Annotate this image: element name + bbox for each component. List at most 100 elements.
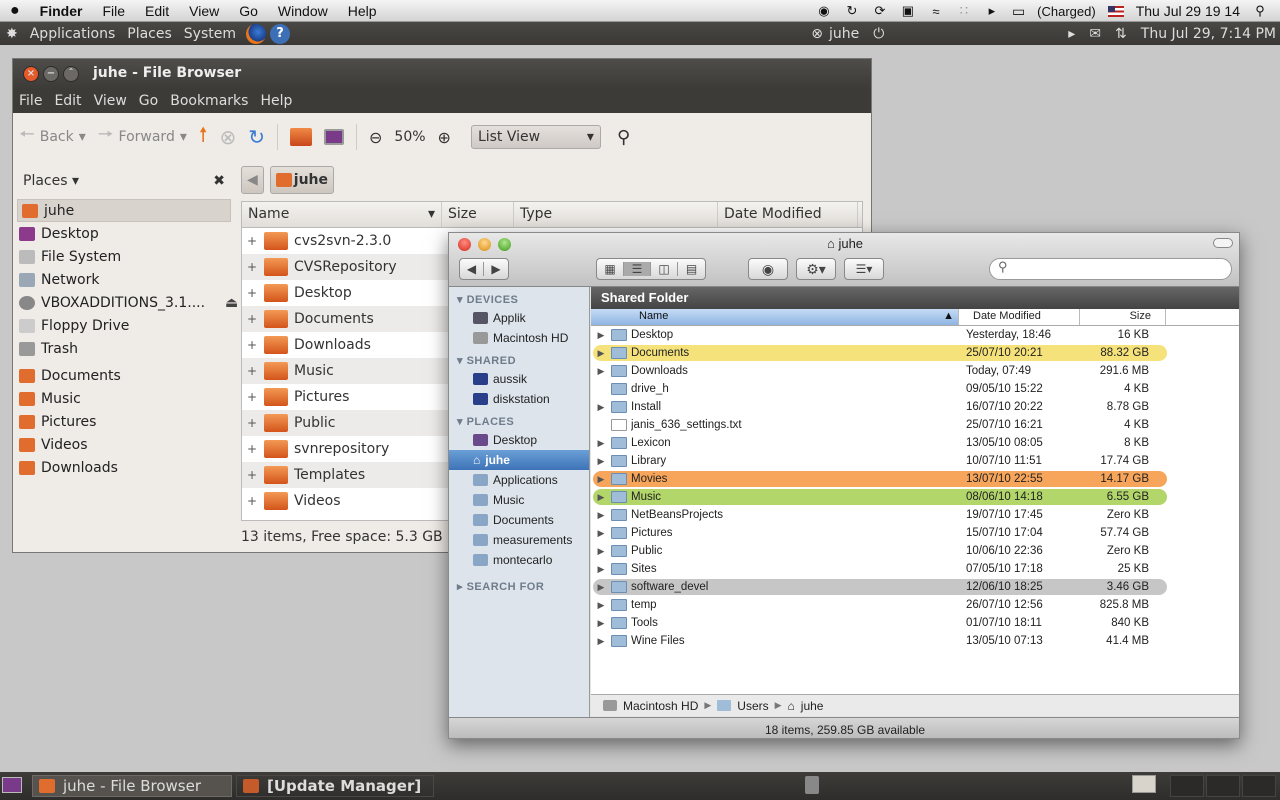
reload-button[interactable]: ↻	[242, 125, 271, 149]
sidebar-item-desktop[interactable]: Desktop	[15, 222, 233, 245]
disclosure-icon[interactable]: ▶	[591, 474, 611, 485]
eject-icon[interactable]: ⏏	[225, 295, 238, 311]
menu-window[interactable]: Window	[268, 3, 338, 19]
search-button[interactable]: ⚲	[611, 127, 636, 148]
task-file-browser[interactable]: juhe - File Browser	[32, 775, 232, 797]
task-update-manager[interactable]: [Update Manager]	[236, 775, 434, 797]
disclosure-icon[interactable]: ▶	[591, 618, 611, 629]
disclosure-icon[interactable]: ▶	[591, 330, 611, 341]
menu-file[interactable]: File	[92, 3, 135, 19]
zoom-out-button[interactable]: ⊖	[363, 128, 388, 147]
finder-row[interactable]: ▶ Library 10/07/10 11:51 17.74 GB	[591, 452, 1239, 470]
section-search-for[interactable]: ▸ SEARCH FOR	[449, 570, 589, 595]
sidebar-item-floppy[interactable]: Floppy Drive	[15, 314, 233, 337]
finder-row[interactable]: ▶ Wine Files 13/05/10 07:13 41.4 MB	[591, 632, 1239, 650]
places-selector[interactable]: Places ▾	[23, 173, 79, 189]
forward-button[interactable]: 🠖 Forward ▾	[92, 122, 193, 152]
expand-icon[interactable]: +	[246, 416, 258, 430]
section-shared[interactable]: ▾ SHARED	[449, 348, 589, 369]
view-mode-select[interactable]: List View ▾	[470, 125, 601, 149]
expand-icon[interactable]: +	[246, 468, 258, 482]
user-indicator[interactable]: ⊗ juhe	[811, 26, 859, 42]
sidebar-item-vboxadditions[interactable]: VBOXADDITIONS_3.1.... ⏏	[15, 291, 238, 314]
toolbar-toggle-button[interactable]	[1213, 238, 1233, 248]
column-size[interactable]: Size	[442, 202, 514, 227]
menu-view[interactable]: View	[88, 93, 133, 109]
disclosure-icon[interactable]: ▶	[591, 582, 611, 593]
disclosure-icon[interactable]: ▶	[591, 510, 611, 521]
menu-edit[interactable]: Edit	[135, 3, 179, 19]
menu-finder[interactable]: Finder	[30, 3, 93, 19]
column-date-modified[interactable]: Date Modified	[959, 309, 1080, 325]
battery-status[interactable]: (Charged)	[1037, 4, 1096, 19]
computer-button[interactable]	[318, 129, 350, 145]
firefox-icon[interactable]	[246, 23, 266, 44]
finder-row[interactable]: ▶ Music 08/06/10 14:18 6.55 GB	[591, 488, 1239, 506]
sidebar-item-macintosh-hd[interactable]: Macintosh HD	[449, 328, 589, 348]
menu-go[interactable]: Go	[229, 3, 268, 19]
path-left-arrow[interactable]: ◀	[241, 166, 264, 194]
finder-row[interactable]: ▶ Downloads Today, 07:49 291.6 MB	[591, 362, 1239, 380]
sidebar-item-pictures[interactable]: Pictures	[15, 410, 233, 433]
show-desktop-icon[interactable]	[2, 777, 22, 793]
sidebar-item-documents[interactable]: Documents	[449, 510, 589, 530]
disclosure-icon[interactable]: ▶	[591, 366, 611, 377]
search-input[interactable]: ⚲	[989, 258, 1232, 280]
expand-icon[interactable]: +	[246, 364, 258, 378]
robot-icon[interactable]: ◉	[816, 3, 832, 19]
up-button[interactable]: 🠕	[193, 120, 214, 154]
sidebar-item-desktop[interactable]: Desktop	[449, 430, 589, 450]
disclosure-icon[interactable]: ▶	[591, 348, 611, 359]
column-view-icon[interactable]: ◫	[651, 262, 678, 276]
finder-row[interactable]: ▶ software_devel 12/06/10 18:25 3.46 GB	[591, 578, 1239, 596]
expand-icon[interactable]: +	[246, 312, 258, 326]
menu-help[interactable]: Help	[254, 93, 298, 109]
wifi-icon[interactable]: ≈	[928, 4, 944, 19]
sidebar-item-network[interactable]: Network	[15, 268, 233, 291]
finder-row[interactable]: ▶ Documents 25/07/10 20:21 88.32 GB	[591, 344, 1239, 362]
battery-icon[interactable]: ▭	[1012, 3, 1025, 20]
apple-menu-icon[interactable]: ●	[0, 2, 30, 20]
disclosure-icon[interactable]: ▶	[591, 438, 611, 449]
sidebar-item-music[interactable]: Music	[15, 387, 233, 410]
help-icon[interactable]: ?	[270, 23, 290, 44]
forward-icon[interactable]: ▶	[484, 262, 508, 276]
back-dropdown-icon[interactable]: ▾	[79, 129, 86, 145]
sidebar-item-montecarlo[interactable]: montecarlo	[449, 550, 589, 570]
menu-go[interactable]: Go	[133, 93, 164, 109]
trash-icon[interactable]	[805, 776, 819, 794]
section-places[interactable]: ▾ PLACES	[449, 409, 589, 430]
quick-look-button[interactable]: ◉	[748, 258, 788, 280]
spotlight-icon[interactable]: ⚲	[1252, 3, 1268, 19]
sidebar-item-music[interactable]: Music	[449, 490, 589, 510]
ubuntu-logo-icon[interactable]: ✸	[0, 26, 24, 42]
expand-icon[interactable]: +	[246, 494, 258, 508]
disclosure-icon[interactable]: ▶	[591, 546, 611, 557]
app-icon[interactable]: ▣	[900, 3, 916, 19]
sidebar-item-measurements[interactable]: measurements	[449, 530, 589, 550]
coverflow-view-icon[interactable]: ▤	[678, 262, 705, 276]
menubar-clock[interactable]: Thu Jul 29 19 14	[1136, 3, 1240, 19]
menu-edit[interactable]: Edit	[48, 93, 87, 109]
menu-bookmarks[interactable]: Bookmarks	[164, 93, 254, 109]
finder-row[interactable]: ▶ Pictures 15/07/10 17:04 57.74 GB	[591, 524, 1239, 542]
sidebar-item-documents[interactable]: Documents	[15, 364, 233, 387]
disclosure-icon[interactable]: ▶	[591, 564, 611, 575]
panel-clock[interactable]: Thu Jul 29, 7:14 PM	[1141, 26, 1276, 42]
path-item-macintosh-hd[interactable]: Macintosh HD	[623, 699, 698, 713]
disclosure-icon[interactable]: ▶	[591, 402, 611, 413]
home-button[interactable]	[284, 128, 318, 146]
sidebar-item-file-system[interactable]: File System	[15, 245, 233, 268]
disclosure-icon[interactable]: ▶	[591, 600, 611, 611]
path-button-juhe[interactable]: juhe	[269, 166, 335, 194]
back-button[interactable]: 🠔 Back ▾	[13, 122, 92, 152]
path-item-juhe[interactable]: juhe	[801, 699, 824, 713]
disclosure-icon[interactable]: ▶	[591, 456, 611, 467]
menu-file[interactable]: File	[13, 93, 48, 109]
finder-row[interactable]: ▶ Tools 01/07/10 18:11 840 KB	[591, 614, 1239, 632]
menu-view[interactable]: View	[179, 3, 229, 19]
forward-dropdown-icon[interactable]: ▾	[180, 129, 187, 145]
disclosure-icon[interactable]: ▶	[591, 528, 611, 539]
sidebar-item-applications[interactable]: Applications	[449, 470, 589, 490]
volume-panel-icon[interactable]: ▸	[1068, 26, 1075, 42]
